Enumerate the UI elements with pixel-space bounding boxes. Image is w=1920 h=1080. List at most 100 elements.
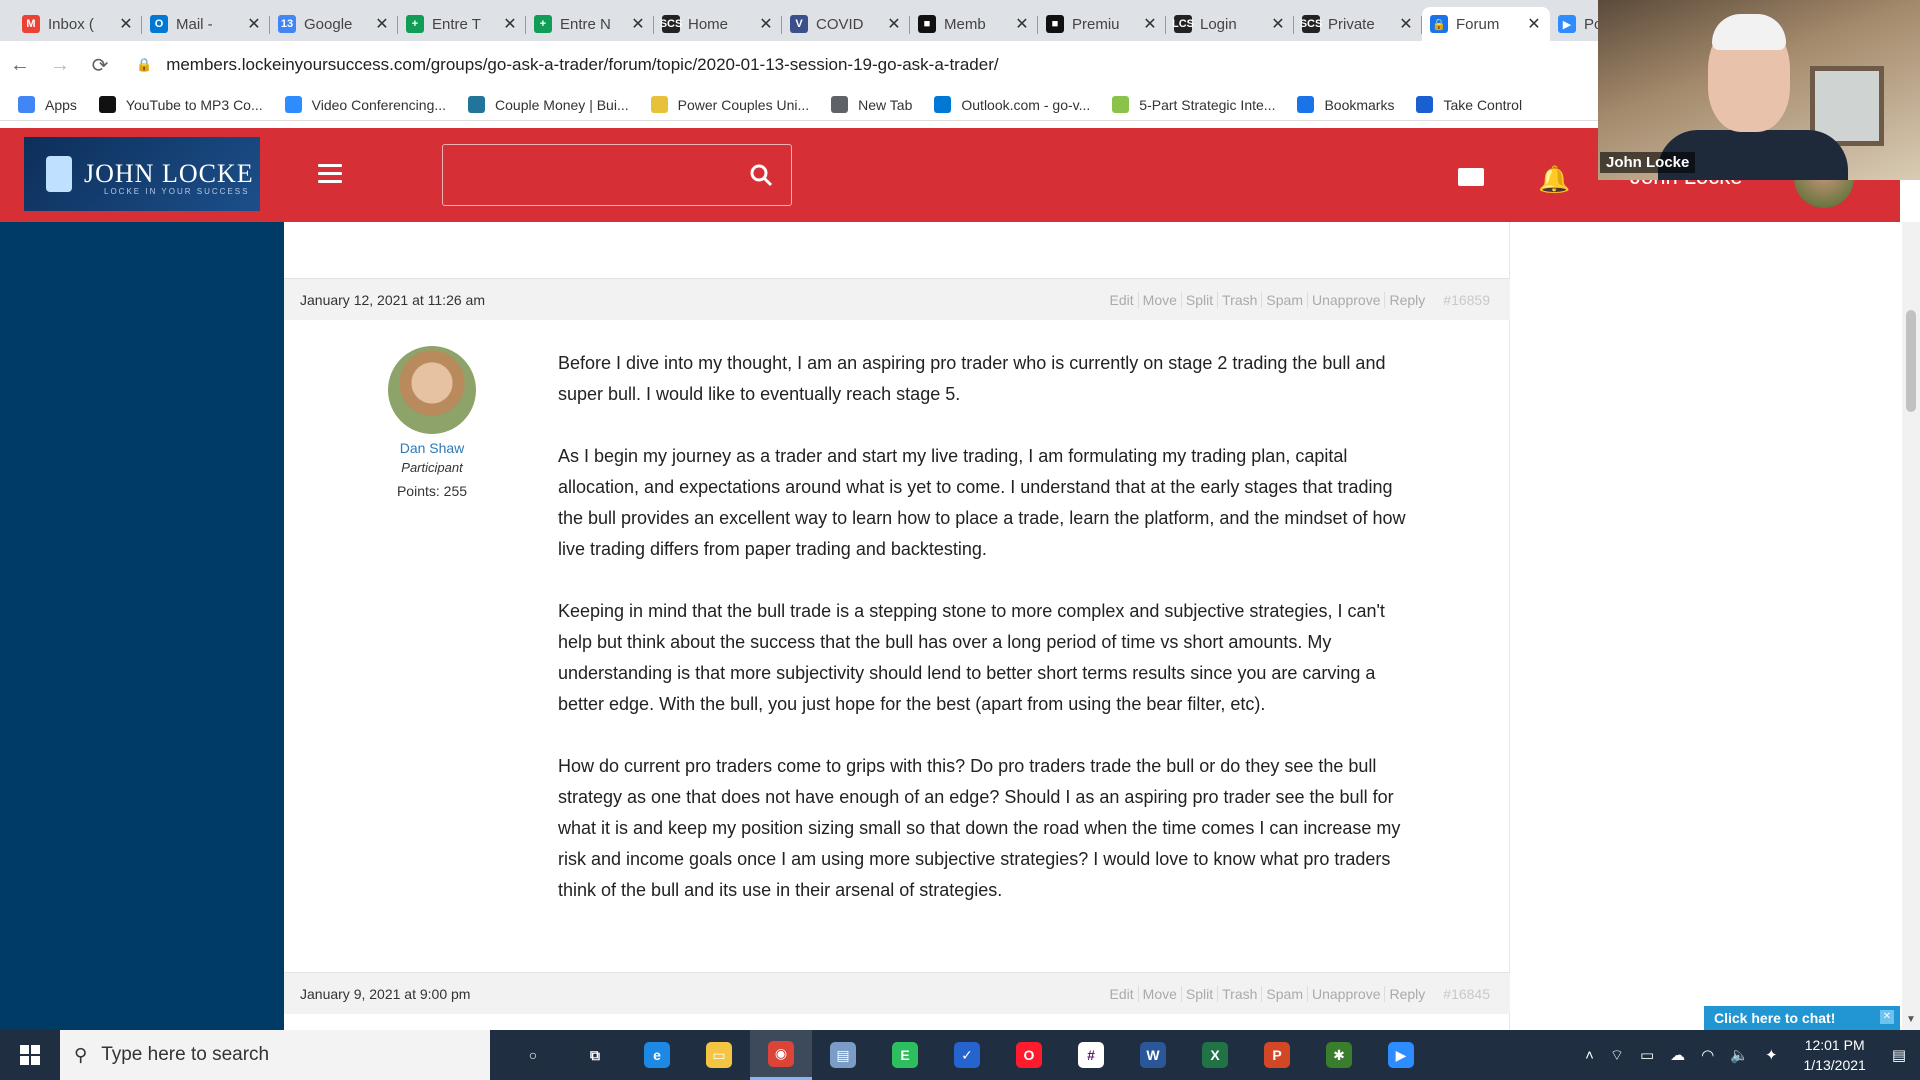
author-name[interactable]: Dan Shaw (350, 440, 514, 456)
close-icon[interactable]: ✕ (758, 14, 774, 34)
admin-link-move[interactable]: Move (1137, 291, 1181, 308)
bookmark-item[interactable]: 5-Part Strategic Inte... (1112, 96, 1275, 113)
edge-icon: e (644, 1042, 670, 1068)
reload-icon[interactable]: ⟳ (80, 53, 120, 78)
close-icon[interactable]: ✕ (1526, 14, 1542, 34)
chevron-up-icon[interactable]: ˄ (1585, 1047, 1594, 1064)
close-icon[interactable]: ✕ (630, 14, 646, 34)
taskbar-app-zoom[interactable]: ▶ (1370, 1030, 1432, 1080)
chat-widget-button[interactable]: Click here to chat! ✕ (1704, 1006, 1900, 1030)
start-button[interactable] (0, 1045, 60, 1065)
taskbar-app-edge[interactable]: e (626, 1030, 688, 1080)
menu-icon[interactable] (318, 164, 342, 188)
taskbar-clock[interactable]: 12:01 PM 1/13/2021 (1804, 1035, 1866, 1075)
cloud-icon[interactable]: ☁ (1670, 1046, 1685, 1064)
browser-tab[interactable]: V COVID ✕ (782, 7, 910, 41)
admin-link-split[interactable]: Split (1180, 291, 1217, 308)
taskbar-app-word[interactable]: W (1122, 1030, 1184, 1080)
admin-link-unapprove[interactable]: Unapprove (1306, 985, 1385, 1002)
site-search-input[interactable] (442, 144, 792, 206)
bookmark-item[interactable]: Video Conferencing... (284, 96, 446, 113)
close-icon[interactable]: ✕ (502, 14, 518, 34)
taskbar-app-notebook[interactable]: ▤ (812, 1030, 874, 1080)
bookmark-item[interactable]: Take Control (1416, 96, 1522, 113)
taskbar-search[interactable]: ⚲ Type here to search (60, 1030, 490, 1080)
close-icon[interactable]: ✕ (1270, 14, 1286, 34)
bell-icon[interactable]: 🔔 (1538, 164, 1570, 195)
bookmark-item[interactable]: Power Couples Uni... (650, 96, 809, 113)
bookmark-item[interactable]: Outlook.com - go-v... (934, 96, 1090, 113)
admin-link-spam[interactable]: Spam (1261, 291, 1307, 308)
admin-link-spam[interactable]: Spam (1261, 985, 1307, 1002)
admin-link-move[interactable]: Move (1137, 985, 1181, 1002)
admin-link-edit[interactable]: Edit (1106, 292, 1138, 308)
battery-icon[interactable]: ▭ (1640, 1046, 1654, 1064)
taskbar-app-powerpoint[interactable]: P (1246, 1030, 1308, 1080)
url-field[interactable]: 🔒 members.lockeinyoursuccess.com/groups/… (128, 48, 1668, 82)
wifi-icon[interactable]: ◠ (1701, 1046, 1714, 1064)
logo-lock-icon (46, 156, 72, 192)
taskbar-app-evernote[interactable]: E (874, 1030, 936, 1080)
bookmark-item[interactable]: Couple Money | Bui... (468, 96, 629, 113)
scroll-down-icon[interactable]: ▼ (1902, 1014, 1920, 1030)
close-icon[interactable]: ✕ (1142, 14, 1158, 34)
browser-tab[interactable]: SCS Home ✕ (654, 7, 782, 41)
search-icon[interactable] (749, 163, 773, 187)
taskbar-app-slack[interactable]: # (1060, 1030, 1122, 1080)
close-icon[interactable]: ✕ (886, 14, 902, 34)
notifications-icon[interactable]: ▤ (1892, 1046, 1906, 1064)
close-icon[interactable]: ✕ (1014, 14, 1030, 34)
site-logo[interactable]: JOHN LOCKE LOCKE IN YOUR SUCCESS (24, 137, 260, 211)
admin-link-split[interactable]: Split (1180, 985, 1217, 1002)
close-icon[interactable]: ✕ (118, 14, 134, 34)
admin-link-edit[interactable]: Edit (1106, 986, 1138, 1002)
admin-link-reply[interactable]: Reply (1384, 985, 1429, 1002)
admin-link-trash[interactable]: Trash (1217, 291, 1261, 308)
post-permalink[interactable]: #16845 (1439, 986, 1494, 1002)
back-icon[interactable]: ← (0, 54, 40, 77)
bookmark-item[interactable]: Bookmarks (1297, 96, 1394, 113)
close-icon[interactable]: ✕ (246, 14, 262, 34)
dropbox-icon[interactable]: ✦ (1765, 1046, 1778, 1064)
browser-tab[interactable]: M Inbox (✕ (14, 7, 142, 41)
taskbar-app-excel[interactable]: X (1184, 1030, 1246, 1080)
browser-tab[interactable]: O Mail - ✕ (142, 7, 270, 41)
powerpoint-icon: P (1264, 1042, 1290, 1068)
taskbar-app-chrome[interactable]: ◉ (750, 1030, 812, 1080)
browser-tab[interactable]: + Entre N ✕ (526, 7, 654, 41)
browser-tab[interactable]: ■ Memb ✕ (910, 7, 1038, 41)
post-permalink[interactable]: #16859 (1439, 292, 1494, 308)
taskbar-app-task-view[interactable]: ⧉ (564, 1030, 626, 1080)
network-icon[interactable]: ⌔ (1610, 1046, 1624, 1065)
bookmark-item[interactable]: Apps (18, 96, 77, 113)
bookmark-favicon-icon (98, 96, 116, 113)
reply-header: January 12, 2021 at 11:26 am Edit Move Spl… (284, 278, 1510, 320)
taskbar-app-opera[interactable]: O (998, 1030, 1060, 1080)
browser-tab[interactable]: 13 Google ✕ (270, 7, 398, 41)
browser-tab[interactable]: 🔒 Forum ✕ (1422, 7, 1550, 41)
close-icon[interactable]: ✕ (1398, 14, 1414, 34)
forward-icon[interactable]: → (40, 54, 80, 77)
browser-tab[interactable]: SCS Private ✕ (1294, 7, 1422, 41)
scrollbar-thumb[interactable] (1906, 310, 1916, 412)
volume-icon[interactable]: 🔈 (1730, 1046, 1749, 1064)
page-scrollbar[interactable]: ▼ (1902, 222, 1920, 1030)
admin-link-trash[interactable]: Trash (1217, 985, 1261, 1002)
mail-icon[interactable] (1458, 168, 1484, 186)
chat-close-icon[interactable]: ✕ (1880, 1010, 1894, 1024)
browser-tab[interactable]: LCS Login ✕ (1166, 7, 1294, 41)
taskbar-app-todo[interactable]: ✓ (936, 1030, 998, 1080)
bookmark-item[interactable]: YouTube to MP3 Co... (98, 96, 263, 113)
clock-date: 1/13/2021 (1803, 1057, 1866, 1073)
bookmark-item[interactable]: New Tab (831, 96, 912, 113)
taskbar-app-file-explorer[interactable]: ▭ (688, 1030, 750, 1080)
taskbar-app-cortana[interactable]: ○ (502, 1030, 564, 1080)
browser-tab[interactable]: ■ Premiu ✕ (1038, 7, 1166, 41)
taskbar-app-xmind[interactable]: ✱ (1308, 1030, 1370, 1080)
browser-tab[interactable]: + Entre T ✕ (398, 7, 526, 41)
admin-link-unapprove[interactable]: Unapprove (1306, 291, 1385, 308)
admin-link-reply[interactable]: Reply (1384, 291, 1429, 308)
bookmark-label: Couple Money | Bui... (495, 96, 629, 113)
close-icon[interactable]: ✕ (374, 14, 390, 34)
author-avatar[interactable] (388, 346, 476, 434)
